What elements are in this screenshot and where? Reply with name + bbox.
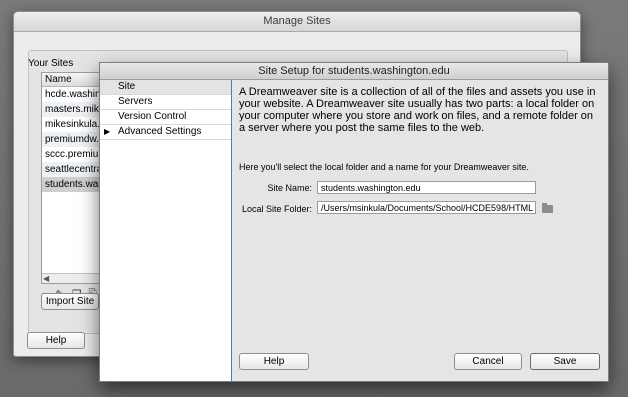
save-button[interactable]: Save	[530, 353, 600, 370]
manage-sites-help-button[interactable]: Help	[27, 332, 85, 349]
site-setup-dialog: Site Setup for students.washington.edu S…	[99, 62, 609, 382]
cancel-button[interactable]: Cancel	[454, 353, 522, 370]
intro-text: A Dreamweaver site is a collection of al…	[239, 86, 596, 134]
sidebar-item-label: Advanced Settings	[118, 126, 202, 137]
site-setup-sidebar: Site Servers Version Control ▶ Advanced …	[100, 80, 232, 381]
your-sites-label: Your Sites	[28, 58, 74, 69]
site-setup-content: A Dreamweaver site is a collection of al…	[232, 80, 608, 381]
import-site-button[interactable]: Import Site	[41, 293, 99, 310]
sidebar-item-servers[interactable]: Servers	[100, 95, 231, 110]
sidebar-item-site[interactable]: Site	[100, 80, 231, 95]
site-setup-title: Site Setup for students.washington.edu	[100, 63, 608, 80]
sidebar-item-label: Site	[118, 81, 136, 92]
local-folder-instructions: Here you'll select the local folder and …	[239, 162, 529, 172]
manage-sites-title: Manage Sites	[14, 12, 580, 32]
disclosure-triangle-icon[interactable]: ▶	[104, 125, 110, 139]
sidebar-item-version-control[interactable]: Version Control	[100, 110, 231, 125]
local-site-folder-label: Local Site Folder:	[241, 204, 312, 214]
browse-folder-icon[interactable]	[542, 203, 553, 213]
sidebar-item-advanced-settings[interactable]: ▶ Advanced Settings	[100, 125, 231, 140]
scroll-left-icon[interactable]: ◀	[43, 274, 49, 283]
local-site-folder-field[interactable]: /Users/msinkula/Documents/School/HCDE598…	[317, 201, 536, 214]
site-name-label: Site Name:	[267, 183, 312, 193]
sidebar-item-label: Servers	[118, 96, 153, 107]
site-setup-help-button[interactable]: Help	[239, 353, 309, 370]
sidebar-item-label: Version Control	[118, 111, 187, 122]
site-name-field[interactable]: students.washington.edu	[317, 181, 536, 194]
